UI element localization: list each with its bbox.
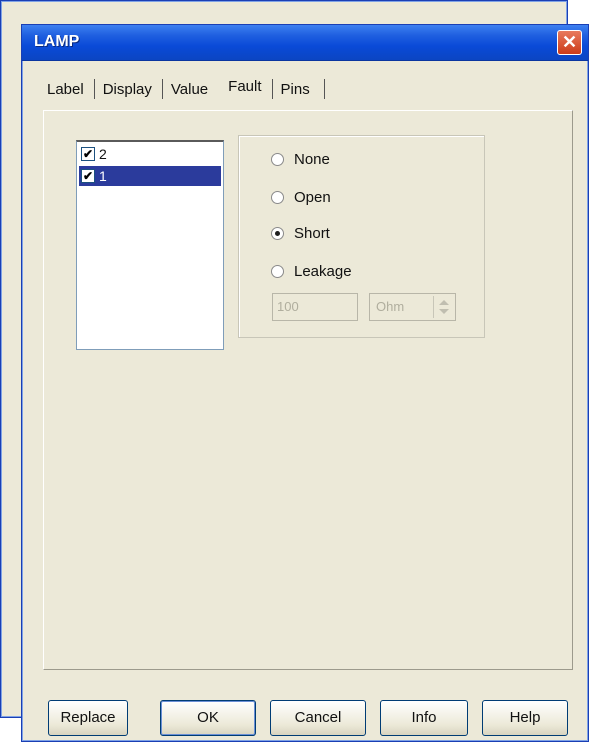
fault-option-none[interactable]: None — [271, 148, 330, 170]
leakage-unit-spinner[interactable]: Ohm — [369, 293, 456, 321]
radio-none[interactable] — [271, 152, 284, 166]
tab-label[interactable]: Label — [43, 77, 88, 102]
radio-label: Leakage — [294, 262, 352, 280]
help-button[interactable]: Help — [482, 700, 568, 736]
pin-list-item-2[interactable]: ✔ 2 — [79, 144, 221, 164]
radio-short[interactable] — [271, 226, 284, 240]
leakage-value-input[interactable]: 100 — [272, 293, 358, 321]
title-bar[interactable]: LAMP ✕ — [22, 25, 588, 61]
pin-label: 2 — [99, 146, 107, 162]
window-title: LAMP — [34, 33, 80, 50]
pin-checkbox[interactable]: ✔ — [81, 147, 95, 161]
replace-button[interactable]: Replace — [48, 700, 128, 736]
tab-display[interactable]: Display — [99, 77, 156, 102]
fault-option-open[interactable]: Open — [271, 186, 331, 208]
spin-up-icon[interactable] — [439, 300, 449, 305]
tab-divider — [323, 79, 325, 99]
pin-label: 1 — [99, 168, 107, 184]
fault-option-leakage[interactable]: Leakage — [271, 260, 352, 282]
tab-divider — [93, 79, 95, 99]
pin-list[interactable]: ✔ 2 ✔ 1 — [76, 140, 224, 350]
tab-fault[interactable]: Fault — [224, 74, 265, 99]
ok-button[interactable]: OK — [160, 700, 256, 736]
pin-checkbox[interactable]: ✔ — [81, 169, 95, 183]
spin-down-icon[interactable] — [439, 309, 449, 314]
radio-label: None — [294, 150, 330, 168]
radio-label: Open — [294, 188, 331, 206]
radio-leakage[interactable] — [271, 264, 284, 278]
close-button[interactable]: ✕ — [557, 30, 582, 55]
radio-open[interactable] — [271, 190, 284, 204]
pin-list-item-1[interactable]: ✔ 1 — [79, 166, 221, 186]
cancel-button[interactable]: Cancel — [270, 700, 366, 736]
tab-strip: Label Display Value Fault Pins — [43, 74, 329, 104]
tab-value[interactable]: Value — [167, 77, 212, 102]
tab-divider — [161, 79, 163, 99]
close-icon: ✕ — [561, 32, 578, 52]
info-button[interactable]: Info — [380, 700, 468, 736]
radio-label: Short — [294, 224, 330, 242]
fault-option-short[interactable]: Short — [271, 222, 330, 244]
tab-pins[interactable]: Pins — [277, 77, 314, 102]
tab-divider — [271, 79, 273, 99]
fault-options-group: None Open Short Leakage 100 Ohm — [238, 135, 485, 338]
leakage-unit: Ohm — [376, 299, 405, 314]
spinner-control[interactable] — [433, 296, 453, 318]
